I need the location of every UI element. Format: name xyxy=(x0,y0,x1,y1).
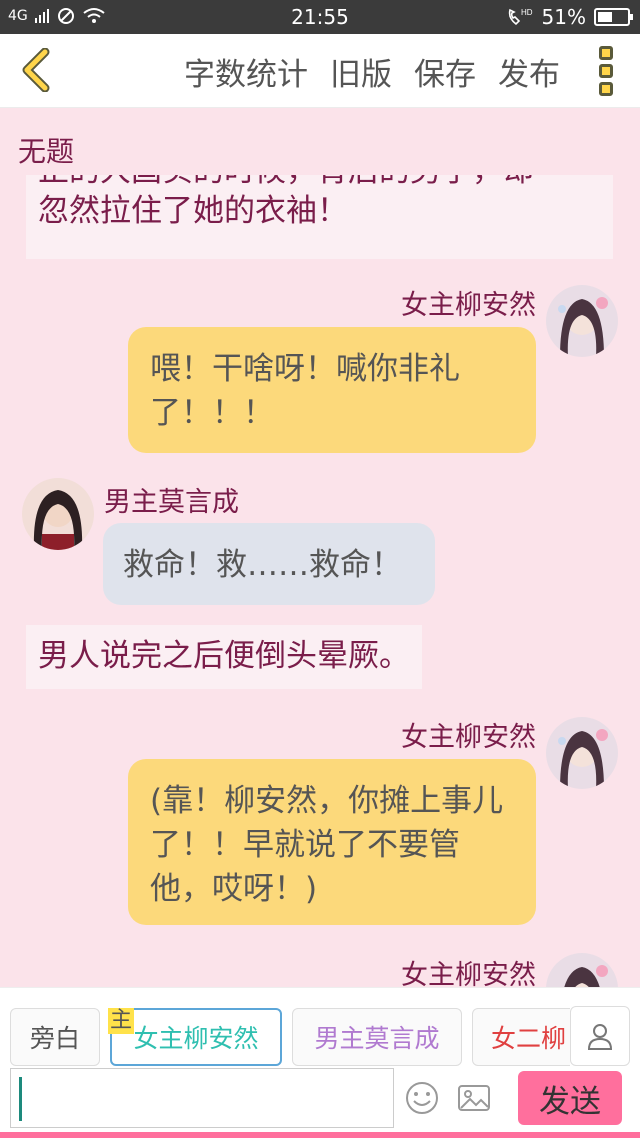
role-female-second[interactable]: 女二柳 xyxy=(472,1008,570,1066)
top-bar: 字数统计 旧版 保存 发布 xyxy=(0,34,640,108)
more-vertical-icon[interactable] xyxy=(594,46,618,96)
word-count-button[interactable]: 字数统计 xyxy=(184,49,308,94)
narration-partial-line: 正的大国实的时候，背后的男子，却 xyxy=(38,175,601,191)
hd-call-icon: HD xyxy=(508,8,533,26)
narration-block[interactable]: 正的大国实的时候，背后的男子，却 忽然拉住了她的衣袖！ xyxy=(26,175,613,259)
svg-text:HD: HD xyxy=(521,8,533,17)
document-title[interactable]: 无题 xyxy=(18,130,74,170)
role-male-lead[interactable]: 男主莫言成 xyxy=(292,1008,462,1066)
emoji-button[interactable] xyxy=(404,1080,440,1116)
status-bar: 4G 21:55 HD 51% xyxy=(0,0,640,34)
role-selector[interactable]: 旁白 主 女主柳安然 男主莫言成 女二柳 xyxy=(10,1008,570,1066)
status-right: HD 51% xyxy=(506,5,633,29)
speaker-name: 女主柳安然 xyxy=(401,960,536,987)
role-female-lead[interactable]: 主 女主柳安然 xyxy=(108,1008,282,1066)
chat-content[interactable]: 正的大国实的时候，背后的男子，却 忽然拉住了她的衣袖！ 女主柳安然 喂！干啥呀！… xyxy=(0,175,640,987)
message-bubble[interactable]: 救命！救……救命！ xyxy=(103,523,435,605)
avatar[interactable] xyxy=(546,285,618,357)
role-label: 旁白 xyxy=(29,1024,80,1053)
battery-icon xyxy=(594,8,633,26)
speaker-name: 男主莫言成 xyxy=(104,487,239,518)
message-bubble[interactable]: 喂！干啥呀！喊你非礼了！！！ xyxy=(128,327,536,453)
avatar[interactable] xyxy=(22,478,94,550)
role-label: 女主柳安然 xyxy=(133,1024,259,1053)
save-button[interactable]: 保存 xyxy=(414,49,476,94)
message-text: 救命！救……救命！ xyxy=(123,547,402,583)
add-role-button[interactable] xyxy=(570,1006,630,1066)
message-text: (靠！柳安然，你摊上事儿了！！早就说了不要管他，哎呀！) xyxy=(150,783,504,907)
send-button[interactable]: 发送 xyxy=(518,1071,622,1125)
highlight-marker: 主 xyxy=(108,1008,135,1034)
header-actions: 字数统计 旧版 保存 发布 xyxy=(184,34,560,108)
text-caret xyxy=(19,1077,22,1121)
message-input[interactable] xyxy=(10,1068,394,1128)
avatar[interactable] xyxy=(546,717,618,789)
old-version-button[interactable]: 旧版 xyxy=(330,49,392,94)
narration-text: 忽然拉住了她的衣袖！ xyxy=(38,193,348,229)
role-label: 男主莫言成 xyxy=(314,1024,440,1053)
message-text: 喂！干啥呀！喊你非礼了！！！ xyxy=(150,351,460,431)
image-button[interactable] xyxy=(456,1080,492,1116)
publish-button[interactable]: 发布 xyxy=(498,49,560,94)
battery-percent: 51% xyxy=(541,5,586,29)
speaker-name: 女主柳安然 xyxy=(401,290,536,321)
bottom-accent-line xyxy=(0,1132,640,1138)
image-icon xyxy=(458,1085,490,1111)
chevron-left-icon xyxy=(22,48,50,92)
narration-block[interactable]: 男人说完之后便倒头晕厥。 xyxy=(26,625,422,689)
emoji-icon xyxy=(406,1082,438,1114)
speaker-name: 女主柳安然 xyxy=(401,722,536,753)
narration-text: 男人说完之后便倒头晕厥。 xyxy=(38,638,410,674)
back-button[interactable] xyxy=(14,48,58,92)
role-label: 女二柳 xyxy=(491,1024,567,1053)
avatar[interactable] xyxy=(546,953,618,987)
person-icon xyxy=(587,1024,613,1050)
message-bubble[interactable]: (靠！柳安然，你摊上事儿了！！早就说了不要管他，哎呀！) xyxy=(128,759,536,925)
role-narrator[interactable]: 旁白 xyxy=(10,1008,100,1066)
composer-bar: 旁白 主 女主柳安然 男主莫言成 女二柳 发送 xyxy=(0,987,640,1138)
